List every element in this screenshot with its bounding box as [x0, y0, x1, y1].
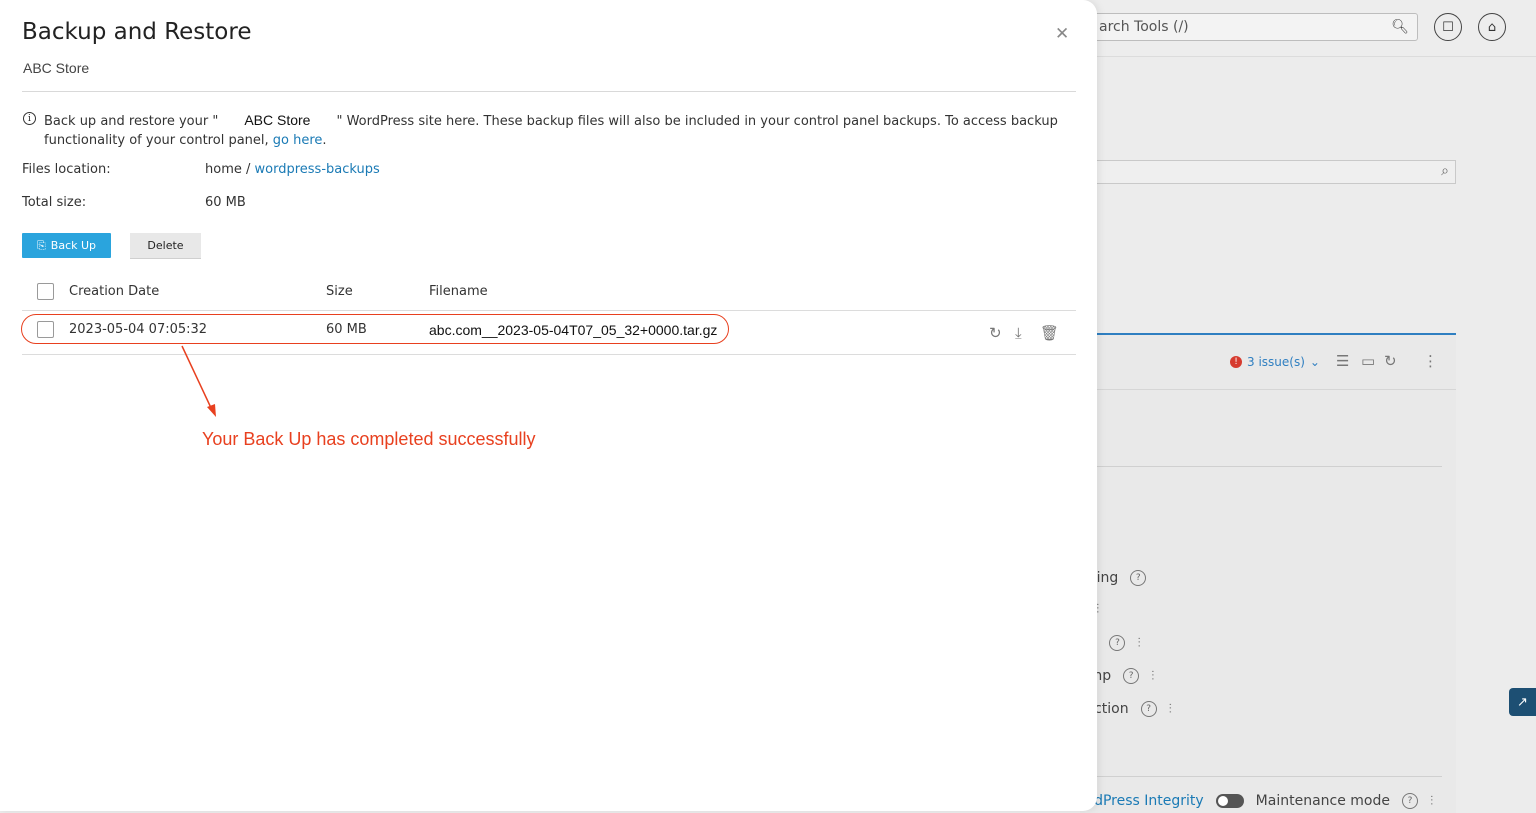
select-all-checkbox[interactable] — [37, 283, 54, 300]
row-size: 60 MB — [326, 322, 367, 337]
info-text-end: . — [322, 133, 327, 148]
background-search-input[interactable]: arch Tools (/) 🔍︎ — [1080, 13, 1418, 41]
delete-button-label: Delete — [147, 239, 184, 252]
issues-badge[interactable]: ! 3 issue(s) ⌄ — [1230, 355, 1320, 369]
info-text-before: Back up and restore your " — [44, 114, 219, 129]
list-icon[interactable]: ☰ — [1336, 352, 1349, 370]
background-filter-input[interactable]: ⌕ — [1080, 160, 1456, 184]
search-icon[interactable]: ⌕ — [1441, 163, 1449, 179]
info-message: Back up and restore your " ABC Store " Wor… — [44, 111, 1084, 150]
background-search-placeholder: arch Tools (/) — [1099, 19, 1189, 35]
help-icon[interactable]: ? — [1109, 635, 1126, 651]
folder-icon[interactable]: ▭ — [1361, 352, 1375, 370]
search-icon[interactable]: 🔍︎ — [1391, 19, 1409, 35]
files-location-value: home / wordpress-backups — [205, 162, 380, 177]
dialog-title: Backup and Restore — [22, 19, 252, 45]
help-icon[interactable]: ? — [1130, 570, 1147, 586]
success-annotation: Your Back Up has completed successfully — [202, 429, 536, 449]
kebab-icon[interactable]: ⋮ — [1423, 352, 1438, 370]
column-header-creation-date[interactable]: Creation Date — [69, 284, 159, 299]
column-header-filename[interactable]: Filename — [429, 284, 488, 299]
divider — [22, 91, 1076, 92]
maintenance-mode-toggle[interactable] — [1215, 794, 1244, 808]
maintenance-mode-label: Maintenance mode — [1255, 793, 1390, 809]
issues-label: 3 issue(s) — [1247, 355, 1305, 369]
dialog-subtitle: ABC Store — [23, 60, 90, 76]
download-icon[interactable]: ⤓ — [1015, 324, 1022, 342]
background-bottom-row: ordPress Integrity Maintenance mode ? ⫶ — [1080, 793, 1433, 809]
back-up-button-label: Back Up — [50, 239, 97, 252]
files-location-label: Files location: — [22, 162, 111, 177]
trash-icon[interactable]: 🗑︎ — [1040, 324, 1059, 342]
restore-icon[interactable]: ↻ — [989, 324, 1002, 342]
go-here-link[interactable]: go here — [273, 133, 323, 148]
annotation-arrow — [181, 345, 216, 417]
info-site-name: ABC Store — [244, 112, 311, 128]
backup-icon: ⎘ — [36, 238, 46, 252]
settings-sliders-icon[interactable]: ⫶ — [1137, 636, 1140, 651]
settings-sliders-icon[interactable]: ⫶ — [1151, 669, 1154, 684]
alert-icon: ! — [1230, 356, 1242, 368]
settings-sliders-icon[interactable]: ⫶ — [1169, 702, 1172, 717]
column-header-size[interactable]: Size — [326, 284, 353, 299]
row-checkbox[interactable] — [37, 321, 54, 338]
user-icon[interactable]: ⌂ — [1478, 13, 1506, 41]
back-up-button[interactable]: ⎘ Back Up — [22, 233, 111, 258]
background-site-panel: ! 3 issue(s) ⌄ ☰ ▭ ↻ ⋮ exing ? ⫶ on ? ⫶ … — [1080, 333, 1456, 813]
total-size-value: 60 MB — [205, 195, 246, 210]
close-icon[interactable]: ✕ — [1055, 24, 1069, 44]
wordpress-integrity-link[interactable]: ordPress Integrity — [1080, 793, 1204, 809]
info-icon: i — [23, 112, 36, 125]
wordpress-backups-link[interactable]: wordpress-backups — [255, 162, 380, 177]
help-icon[interactable]: ? — [1123, 668, 1140, 684]
settings-sliders-icon[interactable]: ⫶ — [1430, 794, 1433, 809]
divider — [22, 310, 1076, 311]
row-filename: abc.com__2023-05-04T07_05_32+0000.tar.gz — [429, 322, 718, 338]
total-size-label: Total size: — [22, 195, 87, 210]
help-icon[interactable]: ? — [1140, 701, 1157, 717]
backup-restore-dialog: Backup and Restore ABC Store ✕ i Back up… — [0, 0, 1097, 811]
refresh-icon[interactable]: ↻ — [1384, 352, 1397, 370]
chart-icon[interactable]: ↗ — [1509, 688, 1536, 716]
divider — [1080, 776, 1442, 777]
row-creation-date: 2023-05-04 07:05:32 — [69, 322, 208, 337]
help-icon[interactable]: ? — [1401, 793, 1418, 809]
bell-icon[interactable]: ☐ — [1434, 13, 1462, 41]
divider — [1080, 466, 1442, 467]
delete-button[interactable]: Delete — [130, 233, 201, 259]
background-panel-header: ! 3 issue(s) ⌄ ☰ ▭ ↻ ⋮ — [1080, 335, 1456, 390]
files-location-home: home / — [205, 162, 251, 177]
chevron-down-icon: ⌄ — [1309, 355, 1320, 369]
